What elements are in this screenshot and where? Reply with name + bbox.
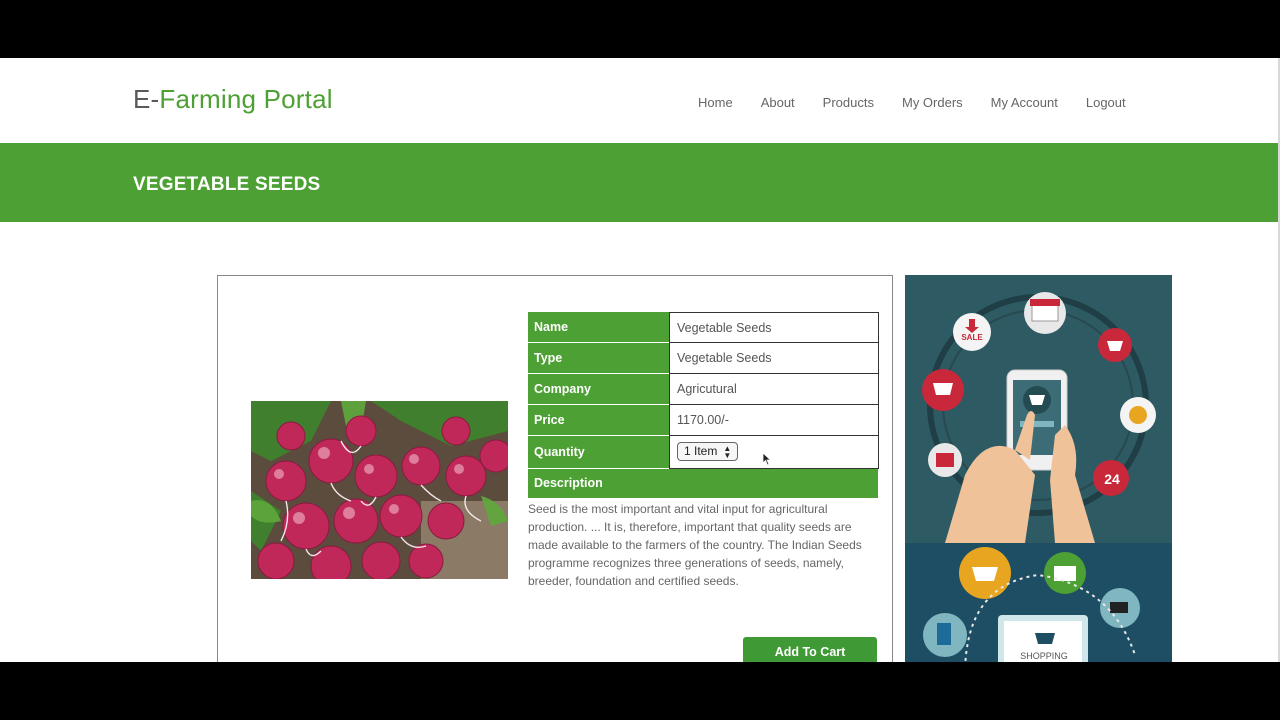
detail-row-company: Company Agricutural (528, 374, 879, 405)
svg-text:24: 24 (1104, 471, 1120, 487)
nav-products[interactable]: Products (823, 95, 874, 110)
detail-value: Vegetable Seeds (669, 312, 879, 343)
detail-row-name: Name Vegetable Seeds (528, 312, 879, 343)
product-image-radishes (251, 401, 508, 579)
detail-label: Type (528, 343, 669, 374)
product-card: Name Vegetable Seeds Type Vegetable Seed… (217, 275, 893, 662)
detail-row-type: Type Vegetable Seeds (528, 343, 879, 374)
logo-prefix: E- (133, 84, 160, 114)
nav-home[interactable]: Home (698, 95, 733, 110)
detail-label: Price (528, 405, 669, 436)
online-shopping-art: SALE 24 SHOPPING (905, 275, 1172, 662)
browser-viewport: E-Farming Portal Home About Products My … (0, 58, 1280, 662)
detail-label: Quantity (528, 436, 669, 469)
detail-value: Agricutural (669, 374, 879, 405)
detail-value: 1 Item ▲ ▼ (669, 436, 879, 469)
detail-value: 1170.00/- (669, 405, 879, 436)
quantity-select[interactable]: 1 Item ▲ ▼ (677, 442, 739, 461)
logo-word-portal: Portal (256, 84, 333, 114)
detail-row-quantity: Quantity 1 Item ▲ ▼ (528, 436, 879, 469)
site-header: E-Farming Portal Home About Products My … (0, 58, 1278, 143)
mouse-cursor-icon (762, 452, 772, 466)
main-nav: Home About Products My Orders My Account… (698, 95, 1154, 110)
svg-text:SHOPPING: SHOPPING (1020, 651, 1068, 661)
nav-my-orders[interactable]: My Orders (902, 95, 963, 110)
sale-badge-icon: SALE (953, 313, 991, 351)
description-heading: Description (528, 468, 878, 498)
nav-about[interactable]: About (761, 95, 795, 110)
detail-row-price: Price 1170.00/- (528, 405, 879, 436)
add-to-cart-button[interactable]: Add To Cart (743, 637, 877, 662)
page-title: VEGETABLE SEEDS (133, 174, 321, 195)
side-illustration: SALE 24 SHOPPING (905, 275, 1172, 662)
description-text: Seed is the most important and vital inp… (528, 502, 862, 588)
detail-value: Vegetable Seeds (669, 343, 879, 374)
logo-word-farming: Farming (159, 84, 257, 114)
nav-my-account[interactable]: My Account (991, 95, 1058, 110)
select-arrows-icon: ▲ ▼ (723, 443, 732, 460)
nav-logout[interactable]: Logout (1086, 95, 1126, 110)
detail-label: Name (528, 312, 669, 343)
page-banner: VEGETABLE SEEDS (0, 143, 1278, 222)
product-details-table: Name Vegetable Seeds Type Vegetable Seed… (528, 312, 879, 590)
site-logo[interactable]: E-Farming Portal (133, 84, 333, 115)
store-icon (1024, 292, 1066, 334)
svg-text:SALE: SALE (961, 333, 983, 342)
quantity-selected: 1 Item (684, 444, 718, 458)
detail-label: Company (528, 374, 669, 405)
radish-photo (251, 401, 508, 579)
